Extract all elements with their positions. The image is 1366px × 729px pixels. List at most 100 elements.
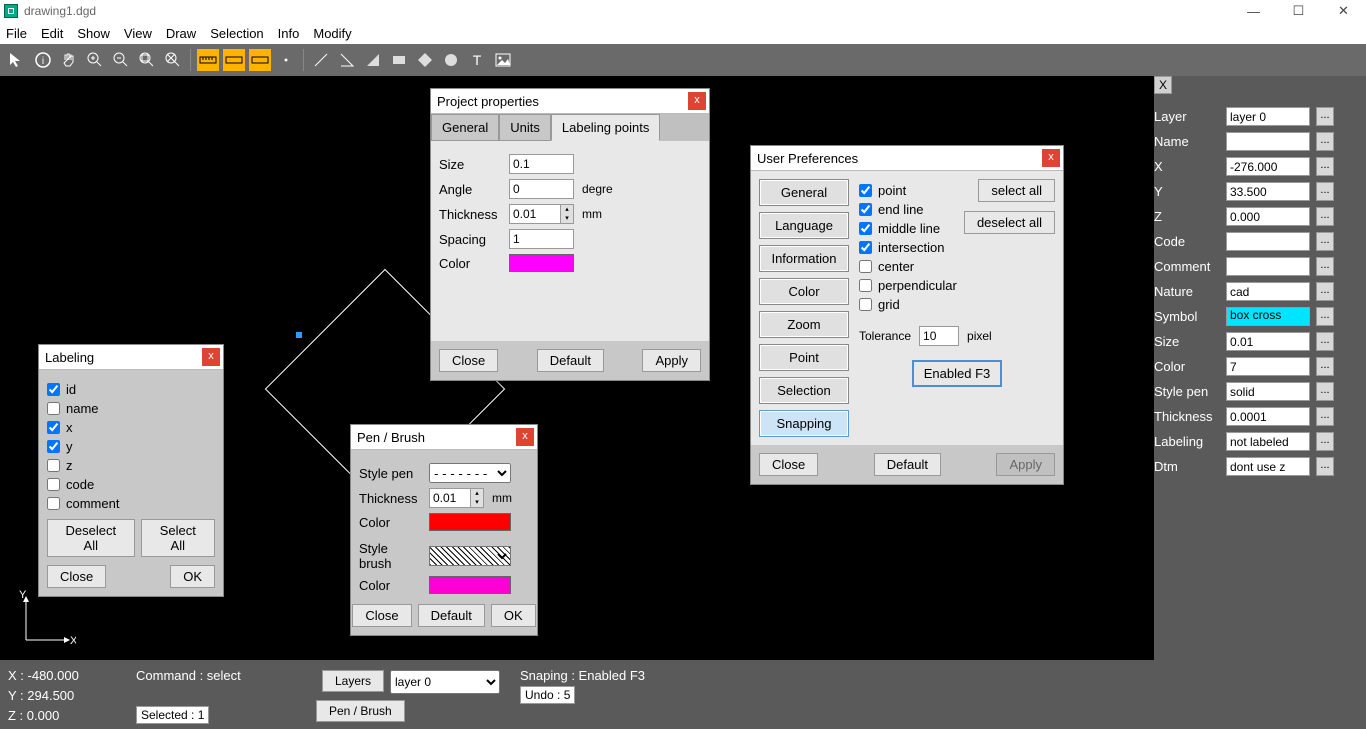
prop-code-input[interactable] bbox=[1226, 232, 1310, 251]
image-icon[interactable] bbox=[492, 49, 514, 71]
penbrush-thickness-input[interactable] bbox=[429, 488, 471, 508]
userprefs-side-general[interactable]: General bbox=[759, 179, 849, 206]
penbrush-pen-color-swatch[interactable] bbox=[429, 513, 511, 531]
status-penbrush-button[interactable]: Pen / Brush bbox=[316, 700, 405, 722]
project-color-swatch[interactable] bbox=[509, 254, 574, 272]
prop-z-more[interactable]: ... bbox=[1316, 207, 1334, 226]
circle-icon[interactable] bbox=[440, 49, 462, 71]
angle-icon[interactable] bbox=[336, 49, 358, 71]
penbrush-close-icon[interactable]: x bbox=[516, 428, 534, 446]
userprefs-apply-button[interactable]: Apply bbox=[996, 453, 1055, 476]
labeling-ok-button[interactable]: OK bbox=[170, 565, 215, 588]
labeling-close-icon[interactable]: x bbox=[202, 348, 220, 366]
zoom-in-icon[interactable] bbox=[84, 49, 106, 71]
userprefs-check-center[interactable] bbox=[859, 260, 872, 273]
status-layer-select[interactable]: layer 0 bbox=[390, 670, 500, 694]
userprefs-check-end line[interactable] bbox=[859, 203, 872, 216]
prop-y-more[interactable]: ... bbox=[1316, 182, 1334, 201]
labeling-check-id[interactable] bbox=[47, 383, 60, 396]
userprefs-side-point[interactable]: Point bbox=[759, 344, 849, 371]
prop-size-input[interactable] bbox=[1226, 332, 1310, 351]
userprefs-check-intersection[interactable] bbox=[859, 241, 872, 254]
userprefs-check-grid[interactable] bbox=[859, 298, 872, 311]
prop-thickness-input[interactable] bbox=[1226, 407, 1310, 426]
project-close-icon[interactable]: x bbox=[688, 92, 706, 110]
prop-z-input[interactable] bbox=[1226, 207, 1310, 226]
prop-thickness-more[interactable]: ... bbox=[1316, 407, 1334, 426]
userprefs-side-snapping[interactable]: Snapping bbox=[759, 410, 849, 437]
zoom-out-icon[interactable] bbox=[110, 49, 132, 71]
minimize-button[interactable]: — bbox=[1231, 0, 1276, 22]
prop-layer-more[interactable]: ... bbox=[1316, 107, 1334, 126]
userprefs-close-icon[interactable]: x bbox=[1042, 149, 1060, 167]
menu-view[interactable]: View bbox=[124, 26, 152, 41]
prop-comment-more[interactable]: ... bbox=[1316, 257, 1334, 276]
menu-show[interactable]: Show bbox=[77, 26, 110, 41]
menu-file[interactable]: File bbox=[6, 26, 27, 41]
project-spacing-input[interactable] bbox=[509, 229, 574, 249]
labeling-check-code[interactable] bbox=[47, 478, 60, 491]
project-apply-button[interactable]: Apply bbox=[642, 349, 701, 372]
userprefs-deselectall-button[interactable]: deselect all bbox=[964, 211, 1055, 234]
project-tab-general[interactable]: General bbox=[431, 114, 499, 141]
labeling-selectall-button[interactable]: Select All bbox=[141, 519, 215, 557]
userprefs-side-language[interactable]: Language bbox=[759, 212, 849, 239]
prop-stylepen-more[interactable]: ... bbox=[1316, 382, 1334, 401]
prop-comment-input[interactable] bbox=[1226, 257, 1310, 276]
prop-nature-input[interactable] bbox=[1226, 282, 1310, 301]
maximize-button[interactable]: ☐ bbox=[1276, 0, 1321, 22]
prop-color-input[interactable] bbox=[1226, 357, 1310, 376]
userprefs-close-button[interactable]: Close bbox=[759, 453, 818, 476]
prop-dtm-input[interactable] bbox=[1226, 457, 1310, 476]
prop-dtm-more[interactable]: ... bbox=[1316, 457, 1334, 476]
penbrush-ok-button[interactable]: OK bbox=[491, 604, 536, 627]
prop-labeling-input[interactable] bbox=[1226, 432, 1310, 451]
spinner-down-icon[interactable]: ▾ bbox=[471, 498, 483, 507]
userprefs-side-color[interactable]: Color bbox=[759, 278, 849, 305]
prop-name-more[interactable]: ... bbox=[1316, 132, 1334, 151]
menu-info[interactable]: Info bbox=[278, 26, 300, 41]
prop-labeling-more[interactable]: ... bbox=[1316, 432, 1334, 451]
selection-handle[interactable] bbox=[296, 332, 302, 338]
prop-stylepen-input[interactable] bbox=[1226, 382, 1310, 401]
project-close-button[interactable]: Close bbox=[439, 349, 498, 372]
menu-selection[interactable]: Selection bbox=[210, 26, 263, 41]
prop-nature-more[interactable]: ... bbox=[1316, 282, 1334, 301]
prop-code-more[interactable]: ... bbox=[1316, 232, 1334, 251]
userprefs-check-perpendicular[interactable] bbox=[859, 279, 872, 292]
spinner-down-icon[interactable]: ▾ bbox=[561, 214, 573, 223]
close-button[interactable]: ✕ bbox=[1321, 0, 1366, 22]
pointer-icon[interactable] bbox=[6, 49, 28, 71]
userprefs-selectall-button[interactable]: select all bbox=[978, 179, 1055, 202]
userprefs-default-button[interactable]: Default bbox=[874, 453, 941, 476]
zoom-extents-icon[interactable] bbox=[162, 49, 184, 71]
prop-color-more[interactable]: ... bbox=[1316, 357, 1334, 376]
labeling-check-x[interactable] bbox=[47, 421, 60, 434]
userprefs-tolerance-input[interactable] bbox=[919, 326, 959, 346]
zoom-window-icon[interactable] bbox=[136, 49, 158, 71]
project-default-button[interactable]: Default bbox=[537, 349, 604, 372]
penbrush-stylepen-select[interactable]: - - - - - - - bbox=[429, 463, 511, 483]
labeling-check-y[interactable] bbox=[47, 440, 60, 453]
userprefs-side-information[interactable]: Information bbox=[759, 245, 849, 272]
userprefs-side-selection[interactable]: Selection bbox=[759, 377, 849, 404]
menu-draw[interactable]: Draw bbox=[166, 26, 196, 41]
rect-icon[interactable] bbox=[388, 49, 410, 71]
penbrush-default-button[interactable]: Default bbox=[418, 604, 485, 627]
diamond-icon[interactable] bbox=[414, 49, 436, 71]
prop-x-input[interactable] bbox=[1226, 157, 1310, 176]
project-angle-input[interactable] bbox=[509, 179, 574, 199]
labeling-check-comment[interactable] bbox=[47, 497, 60, 510]
info-icon[interactable]: i bbox=[32, 49, 54, 71]
ruler2-icon[interactable] bbox=[223, 49, 245, 71]
project-thickness-input[interactable] bbox=[509, 204, 561, 224]
line-icon[interactable] bbox=[310, 49, 332, 71]
ruler1-icon[interactable] bbox=[197, 49, 219, 71]
ruler3-icon[interactable] bbox=[249, 49, 271, 71]
prop-x-more[interactable]: ... bbox=[1316, 157, 1334, 176]
userprefs-side-zoom[interactable]: Zoom bbox=[759, 311, 849, 338]
penbrush-stylebrush-select[interactable] bbox=[429, 546, 511, 566]
hand-icon[interactable] bbox=[58, 49, 80, 71]
status-layers-button[interactable]: Layers bbox=[322, 670, 384, 692]
labeling-check-z[interactable] bbox=[47, 459, 60, 472]
